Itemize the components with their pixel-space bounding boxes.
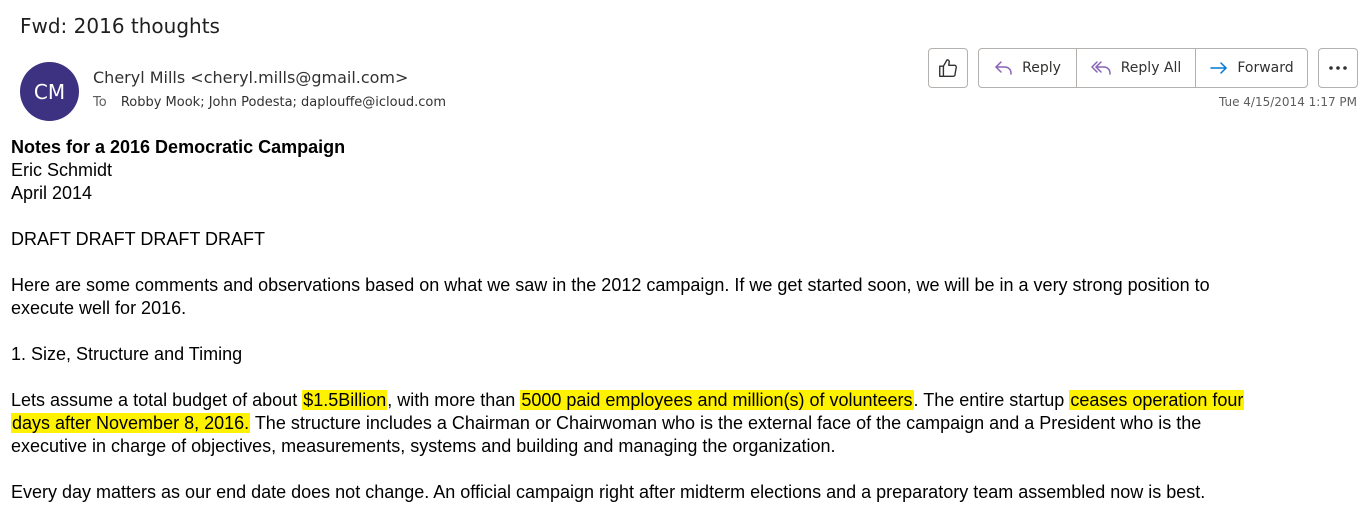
like-button[interactable]: [928, 48, 968, 88]
reply-all-button[interactable]: Reply All: [1076, 49, 1195, 87]
text-segment: , with more than: [387, 390, 521, 410]
avatar-initials: CM: [33, 79, 66, 104]
text-segment: . The entire startup: [913, 390, 1070, 410]
reply-all-icon: [1090, 59, 1113, 77]
forward-label: Forward: [1237, 60, 1294, 76]
avatar[interactable]: CM: [20, 62, 79, 121]
more-actions-button[interactable]: [1318, 48, 1358, 88]
forward-button[interactable]: Forward: [1195, 49, 1307, 87]
paragraph-1-line-1: Lets assume a total budget of about $1.5…: [11, 389, 1351, 412]
section-heading: 1. Size, Structure and Timing: [11, 344, 243, 364]
highlighted-budget: $1.5Billion: [302, 390, 388, 410]
reply-button-group: Reply Reply All Forward: [978, 48, 1308, 88]
to-label: To: [93, 95, 107, 110]
reply-button[interactable]: Reply: [979, 49, 1076, 87]
forward-arrow-icon: [1209, 59, 1229, 77]
recipients[interactable]: Robby Mook; John Podesta; daplouffe@iclo…: [121, 95, 446, 110]
email-body: Notes for a 2016 Democratic Campaign Eri…: [11, 136, 1351, 504]
document-date: April 2014: [11, 183, 93, 203]
draft-label: DRAFT DRAFT DRAFT DRAFT: [11, 229, 266, 249]
reply-icon: [994, 59, 1014, 77]
reply-all-label: Reply All: [1120, 60, 1182, 76]
paragraph-1-line-3: executive in charge of objectives, measu…: [11, 436, 836, 456]
intro-line-2: execute well for 2016.: [11, 298, 187, 318]
reply-label: Reply: [1022, 60, 1061, 76]
recipients-line: To Robby Mook; John Podesta; daplouffe@i…: [93, 95, 446, 110]
email-timestamp: Tue 4/15/2014 1:17 PM: [1218, 95, 1357, 109]
highlighted-end-date: days after November 8, 2016.: [11, 413, 251, 433]
document-author: Eric Schmidt: [11, 160, 113, 180]
email-subject: Fwd: 2016 thoughts: [20, 14, 220, 38]
more-horizontal-icon: [1328, 65, 1348, 71]
paragraph-2: Every day matters as our end date does n…: [11, 482, 1206, 502]
highlighted-employees: 5000 paid employees and million(s) of vo…: [520, 390, 914, 410]
text-segment: Lets assume a total budget of about: [11, 390, 303, 410]
sender-name[interactable]: Cheryl Mills <cheryl.mills@gmail.com>: [93, 68, 408, 87]
thumbs-up-icon: [937, 57, 959, 79]
highlighted-ceases: ceases operation four: [1069, 390, 1245, 410]
text-segment: The structure includes a Chairman or Cha…: [250, 413, 1202, 433]
intro-line-1: Here are some comments and observations …: [11, 275, 1210, 295]
document-title: Notes for a 2016 Democratic Campaign: [11, 137, 346, 157]
paragraph-1-line-2: days after November 8, 2016. The structu…: [11, 412, 1351, 435]
